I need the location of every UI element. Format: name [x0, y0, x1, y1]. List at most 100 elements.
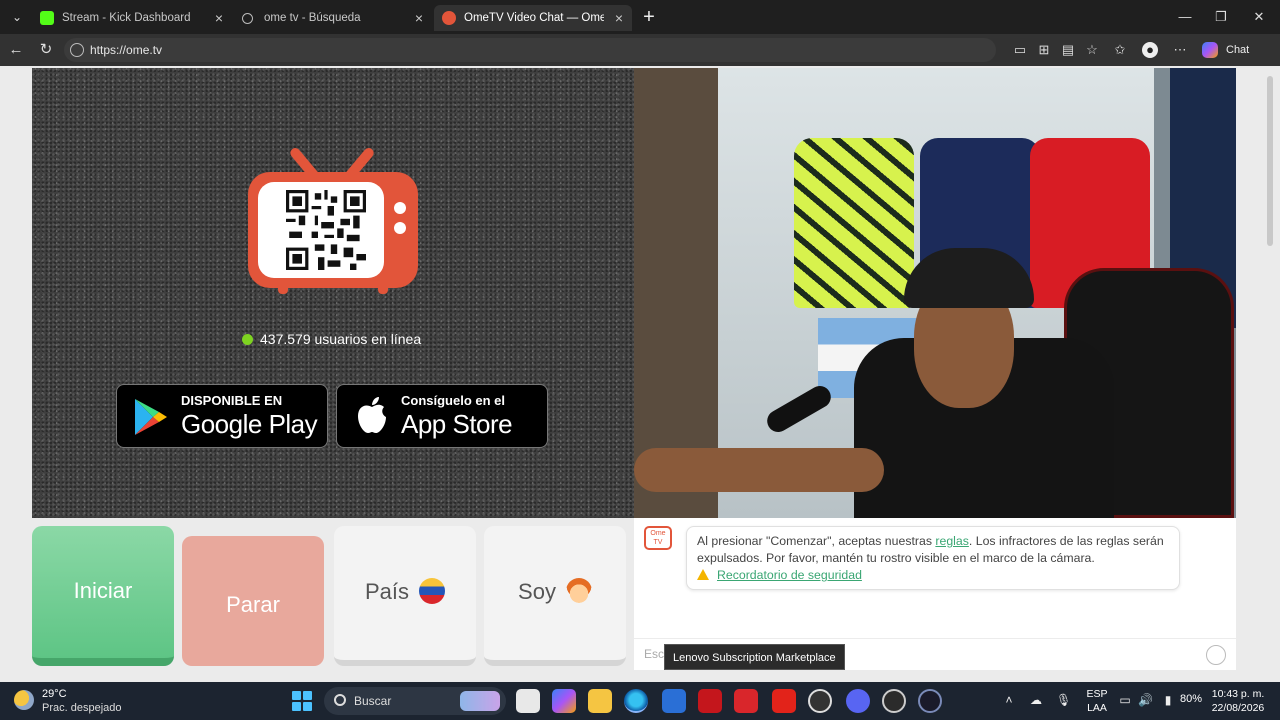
gender-button[interactable]: Soy — [484, 526, 626, 666]
google-play-small: DISPONIBLE EN — [181, 393, 283, 408]
google-play-big: Google Play — [181, 409, 318, 439]
search-icon — [242, 13, 253, 24]
favorites-icon[interactable]: ✩ — [1112, 42, 1128, 58]
network-icon[interactable]: ▭ — [1118, 693, 1132, 707]
back-icon[interactable]: ← — [6, 40, 26, 60]
tooltip: Lenovo Subscription Marketplace — [664, 644, 845, 670]
ometv-qr-logo — [248, 138, 418, 294]
profile-avatar-icon[interactable]: ● — [1142, 42, 1158, 58]
edge-browser-icon[interactable] — [624, 689, 648, 713]
lang-line-1: ESP — [1086, 688, 1108, 700]
country-button[interactable]: País — [334, 526, 476, 666]
close-tab-icon[interactable]: × — [612, 5, 626, 31]
page-scrollbar[interactable] — [1266, 66, 1274, 682]
tab-ometv[interactable]: OmeTV Video Chat — Omegl × — [434, 5, 632, 31]
favorite-star-icon[interactable]: ☆ — [1084, 42, 1100, 58]
app-store-badge[interactable]: Consíguelo en el App Store — [336, 384, 548, 448]
start-label: Iniciar — [73, 578, 133, 603]
discord-icon[interactable] — [846, 689, 870, 713]
stranger-video-panel: 437.579 usuarios en línea DISPONIBLE EN … — [32, 68, 634, 518]
weather-condition: Prac. despejado — [42, 702, 122, 714]
ometv-icon — [442, 11, 456, 25]
tab-title: OmeTV Video Chat — Omegl — [464, 12, 604, 24]
warning-icon — [697, 569, 709, 580]
streaming-app-icon[interactable] — [918, 689, 942, 713]
tab-search[interactable]: ome tv - Búsqueda × — [234, 5, 432, 31]
task-view-icon[interactable] — [516, 689, 540, 713]
app-store-small: Consíguelo en el — [401, 393, 506, 408]
emoji-icon[interactable] — [1206, 645, 1226, 665]
copilot-taskbar-icon[interactable] — [552, 689, 576, 713]
lenovo-marketplace-icon[interactable] — [734, 689, 758, 713]
battery-percentage: 80% — [1180, 693, 1203, 705]
system-message: Al presionar "Comenzar", aceptas nuestra… — [686, 526, 1180, 590]
google-play-badge[interactable]: DISPONIBLE EN Google Play — [116, 384, 328, 448]
stop-label: Parar — [226, 592, 280, 617]
close-tab-icon[interactable]: × — [412, 5, 426, 31]
address-bar: ← ↻ https://ome.tv ▭ ⊞ ▤ ☆ ✩ ● ⋯ Chat — [0, 34, 1280, 66]
online-users-text: 437.579 usuarios en línea — [260, 331, 422, 347]
clock-time: 10:43 p. m. — [1211, 688, 1265, 700]
search-highlight-icon — [460, 691, 500, 711]
app-store-big: App Store — [401, 409, 513, 439]
file-explorer-icon[interactable] — [588, 689, 612, 713]
tab-title: Stream - Kick Dashboard — [62, 12, 191, 24]
copilot-chat-button[interactable]: Chat — [1200, 39, 1254, 61]
lenovo-vantage-icon[interactable] — [772, 689, 796, 713]
site-info-icon[interactable] — [70, 43, 84, 57]
security-reminder-link[interactable]: Recordatorio de seguridad — [717, 568, 862, 582]
message-text-1: Al presionar "Comenzar", aceptas nuestra… — [697, 534, 936, 548]
close-window-icon[interactable]: ✕ — [1246, 7, 1272, 27]
media-player-icon[interactable] — [808, 689, 832, 713]
new-tab-icon[interactable]: + — [640, 6, 658, 28]
tab-kick-dashboard[interactable]: Stream - Kick Dashboard × — [32, 5, 232, 31]
microphone-icon[interactable]: 🎙 — [1056, 693, 1071, 707]
browser-tab-bar: ⌄ Stream - Kick Dashboard × ome tv - Bús… — [0, 0, 1280, 34]
minimize-icon[interactable]: — — [1172, 7, 1198, 27]
own-webcam-video — [634, 68, 1236, 518]
tab-actions-menu-icon[interactable]: ⌄ — [6, 7, 28, 27]
copilot-icon — [1202, 42, 1218, 58]
mcafee-icon[interactable] — [698, 689, 722, 713]
kick-icon — [40, 11, 54, 25]
taskbar-search[interactable]: Buscar — [324, 687, 506, 715]
ometv-bot-logo-icon: Ome TV — [644, 526, 672, 550]
reading-view-icon[interactable]: ▤ — [1060, 42, 1076, 58]
boy-avatar-icon — [565, 578, 592, 604]
copilot-label: Chat — [1226, 44, 1250, 56]
scrollbar-thumb[interactable] — [1267, 76, 1273, 246]
country-label: País — [364, 579, 410, 604]
weather-temp: 29°C — [42, 688, 67, 700]
tab-title: ome tv - Búsqueda — [264, 12, 361, 24]
show-hidden-icons-icon[interactable]: ˄ — [1002, 693, 1016, 707]
obs-icon[interactable] — [882, 689, 906, 713]
battery-icon[interactable]: ▮ — [1160, 693, 1176, 707]
close-tab-icon[interactable]: × — [212, 5, 226, 31]
start-button[interactable]: Iniciar — [32, 526, 174, 666]
chat-input-placeholder: Esc — [644, 647, 665, 661]
page-content: 437.579 usuarios en línea DISPONIBLE EN … — [0, 66, 1280, 682]
more-menu-icon[interactable]: ⋯ — [1172, 42, 1188, 58]
windows-start-icon[interactable] — [292, 691, 312, 711]
microsoft-store-icon[interactable] — [662, 689, 686, 713]
url-text: https://ome.tv — [90, 43, 163, 57]
qr-code-icon — [286, 190, 366, 270]
online-status-dot — [242, 334, 253, 345]
rules-link[interactable]: reglas — [935, 534, 969, 548]
url-field[interactable]: https://ome.tv — [64, 38, 996, 62]
stop-button[interactable]: Parar — [182, 536, 324, 666]
cloud-icon[interactable]: ☁ — [1028, 693, 1044, 707]
google-play-icon — [135, 399, 167, 435]
windows-taskbar: 29°C Prac. despejado Buscar ˄ ☁ 🎙 ESP LA… — [0, 682, 1280, 720]
bot-logo-text: Ome TV — [650, 530, 666, 546]
gender-label: Soy — [518, 579, 556, 604]
system-clock[interactable]: 10:43 p. m. 22/08/2026 — [1204, 687, 1272, 715]
language-indicator[interactable]: ESP LAA — [1082, 687, 1112, 715]
reload-icon[interactable]: ↻ — [36, 40, 56, 60]
maximize-icon[interactable]: ❐ — [1208, 7, 1234, 27]
volume-icon[interactable]: 🔊 — [1138, 693, 1153, 707]
apps-icon[interactable]: ⊞ — [1036, 42, 1052, 58]
camera-icon[interactable]: ▭ — [1012, 42, 1028, 58]
search-icon — [334, 694, 346, 706]
search-label: Buscar — [354, 694, 392, 708]
